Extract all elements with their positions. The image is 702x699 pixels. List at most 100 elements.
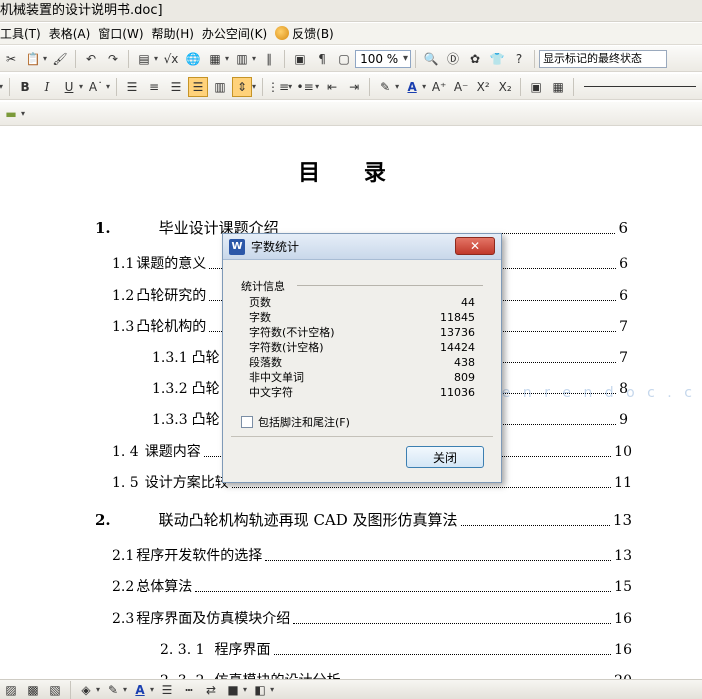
font-color-icon[interactable]: A bbox=[402, 77, 422, 97]
align-center-icon[interactable]: ≡ bbox=[144, 77, 164, 97]
draw-font-dropdown-icon[interactable]: ▾ bbox=[150, 685, 154, 694]
stat-row: 非中文单词 809 bbox=[249, 371, 475, 385]
sticker-icon[interactable]: ✿ bbox=[465, 49, 485, 69]
close-dialog-button[interactable]: 关闭 bbox=[406, 446, 484, 468]
font-effect-icon[interactable]: A˙ bbox=[86, 77, 106, 97]
stat-label: 页数 bbox=[249, 296, 271, 309]
subscript-button[interactable]: X₂ bbox=[495, 77, 515, 97]
hyperlink-icon[interactable]: 🌐 bbox=[183, 49, 203, 69]
line-dropdown-icon[interactable]: ▾ bbox=[123, 685, 127, 694]
word-icon[interactable]: Ⓓ bbox=[443, 49, 463, 69]
zoom-select[interactable]: 100 % bbox=[355, 49, 412, 68]
toc-entry[interactable]: 2. 联动凸轮机构轨迹再现 CAD 及图形仿真算法 13 bbox=[95, 509, 632, 530]
shadow-dropdown-icon[interactable]: ▾ bbox=[243, 685, 247, 694]
help-icon[interactable]: ? bbox=[509, 49, 529, 69]
italic-button[interactable]: I bbox=[37, 77, 57, 97]
bold-button[interactable]: B bbox=[15, 77, 35, 97]
undo-icon[interactable]: ↶ bbox=[81, 49, 101, 69]
line-spacing-icon[interactable]: ⇕ bbox=[232, 76, 253, 97]
font-effect-dropdown-icon[interactable]: ▾ bbox=[106, 82, 110, 91]
toolbar-separator bbox=[520, 77, 522, 96]
toolbar-separator bbox=[415, 49, 417, 68]
insert-image-icon[interactable]: ▧ bbox=[45, 680, 65, 699]
numbering-icon[interactable]: ⋮≡ bbox=[267, 77, 289, 97]
menu-window[interactable]: 窗口(W) bbox=[98, 25, 151, 42]
insert-table-icon[interactable]: ▤ bbox=[134, 49, 154, 69]
draw-font-color-icon[interactable]: A bbox=[130, 680, 150, 699]
menu-table[interactable]: 表格(A) bbox=[49, 25, 99, 42]
table-tools-icon[interactable]: ▦ bbox=[548, 77, 568, 97]
superscript-button[interactable]: X² bbox=[473, 77, 493, 97]
insert-icon[interactable]: ▣ bbox=[526, 77, 546, 97]
grid-icon[interactable]: ▦ bbox=[205, 49, 225, 69]
document-map-icon[interactable]: ▣ bbox=[290, 49, 310, 69]
menu-tools[interactable]: 工具(T) bbox=[0, 25, 49, 42]
toc-entry-number: 1.1 bbox=[112, 256, 135, 272]
justify-icon[interactable]: ☰ bbox=[188, 76, 209, 97]
style-dropdown-icon[interactable]: ▾ bbox=[0, 82, 3, 91]
3d-dropdown-icon[interactable]: ▾ bbox=[270, 685, 274, 694]
fill-dropdown-icon[interactable]: ▾ bbox=[96, 685, 100, 694]
stat-value: 14424 bbox=[440, 341, 475, 354]
drawing-icon[interactable]: ∥ bbox=[259, 49, 279, 69]
find-icon[interactable]: 🔍 bbox=[421, 49, 441, 69]
highlight-dropdown-icon[interactable]: ▾ bbox=[395, 82, 399, 91]
bullets-icon[interactable]: •≡ bbox=[295, 77, 315, 97]
toc-entry-number: 2.1 bbox=[112, 548, 135, 564]
dash-style-icon[interactable]: ┅ bbox=[179, 680, 199, 699]
align-right-icon[interactable]: ☰ bbox=[166, 77, 186, 97]
highlight-icon[interactable]: ✎ bbox=[375, 77, 395, 97]
line-color-icon[interactable]: ✎ bbox=[103, 680, 123, 699]
format-painter-icon[interactable]: 🖌 bbox=[50, 49, 70, 69]
toolbar-separator bbox=[284, 49, 286, 68]
grid-dropdown-icon[interactable]: ▾ bbox=[225, 54, 229, 63]
bullets-dropdown-icon[interactable]: ▾ bbox=[315, 82, 319, 91]
font-color-dropdown-icon[interactable]: ▾ bbox=[422, 82, 426, 91]
fill-color-icon[interactable]: ◈ bbox=[76, 680, 96, 699]
insert-chart-icon[interactable]: ▩ bbox=[23, 680, 43, 699]
toc-entry[interactable]: 2.1 程序开发软件的选择 13 bbox=[112, 545, 632, 565]
increase-indent-icon[interactable]: ⇥ bbox=[344, 77, 364, 97]
insert-picture-icon[interactable]: ▨ bbox=[1, 680, 21, 699]
line-spacing-dropdown-icon[interactable]: ▾ bbox=[252, 82, 256, 91]
cut-icon[interactable]: ✂ bbox=[1, 49, 21, 69]
paste-icon[interactable]: 📋 bbox=[23, 49, 43, 69]
shadow-icon[interactable]: ■ bbox=[223, 680, 243, 699]
paste-dropdown-icon[interactable]: ▾ bbox=[43, 54, 47, 63]
align-left-icon[interactable]: ☰ bbox=[122, 77, 142, 97]
numbering-dropdown-icon[interactable]: ▾ bbox=[288, 82, 292, 91]
shirt-icon[interactable]: 👕 bbox=[487, 49, 507, 69]
small-dropdown-icon[interactable]: ▾ bbox=[21, 109, 25, 118]
line-style-icon[interactable]: ☰ bbox=[157, 680, 177, 699]
columns-dropdown-icon[interactable]: ▾ bbox=[252, 54, 256, 63]
columns-icon[interactable]: ▥ bbox=[232, 49, 252, 69]
decrease-indent-icon[interactable]: ⇤ bbox=[322, 77, 342, 97]
dialog-body: 统计信息 页数 44 字数 11845 字符数(不计空格) 13736 字符数(计空格… bbox=[231, 266, 493, 442]
formula-icon[interactable]: √x bbox=[161, 49, 181, 69]
small-icon[interactable]: ▬ bbox=[1, 104, 21, 124]
menu-bar: 工具(T) 表格(A) 窗口(W) 帮助(H) 办公空间(K) 反馈(B) bbox=[0, 23, 702, 45]
menu-office-space[interactable]: 办公空间(K) bbox=[202, 25, 275, 42]
markup-state-select[interactable]: 显示标记的最终状态 bbox=[539, 49, 668, 68]
shrink-font-icon[interactable]: A⁻ bbox=[451, 77, 471, 97]
print-preview-icon[interactable]: ▢ bbox=[334, 49, 354, 69]
underline-button[interactable]: U bbox=[59, 77, 79, 97]
menu-help[interactable]: 帮助(H) bbox=[152, 25, 202, 42]
underline-dropdown-icon[interactable]: ▾ bbox=[79, 82, 83, 91]
grow-font-icon[interactable]: A⁺ bbox=[429, 77, 449, 97]
border-line-style[interactable] bbox=[584, 86, 696, 87]
show-marks-icon[interactable]: ¶ bbox=[312, 49, 332, 69]
toc-entry[interactable]: 2. 3. 2仿真模块的设计分析20 bbox=[160, 670, 632, 679]
checkbox-box[interactable] bbox=[241, 416, 253, 428]
menu-feedback[interactable]: 反馈(B) bbox=[275, 25, 342, 42]
toc-entry[interactable]: 2.2 总体算法 15 bbox=[112, 576, 632, 596]
redo-icon[interactable]: ↷ bbox=[103, 49, 123, 69]
toc-entry[interactable]: 2.3 程序界面及仿真模块介绍 16 bbox=[112, 608, 632, 628]
table-dropdown-icon[interactable]: ▾ bbox=[154, 54, 158, 63]
toc-entry[interactable]: 2. 3. 1 程序界面 16 bbox=[160, 639, 632, 659]
3d-icon[interactable]: ◧ bbox=[250, 680, 270, 699]
distribute-icon[interactable]: ▥ bbox=[210, 77, 230, 97]
close-button[interactable]: ✕ bbox=[455, 237, 495, 255]
arrow-style-icon[interactable]: ⇄ bbox=[201, 680, 221, 699]
include-footnotes-checkbox[interactable]: 包括脚注和尾注(F) bbox=[241, 414, 350, 430]
